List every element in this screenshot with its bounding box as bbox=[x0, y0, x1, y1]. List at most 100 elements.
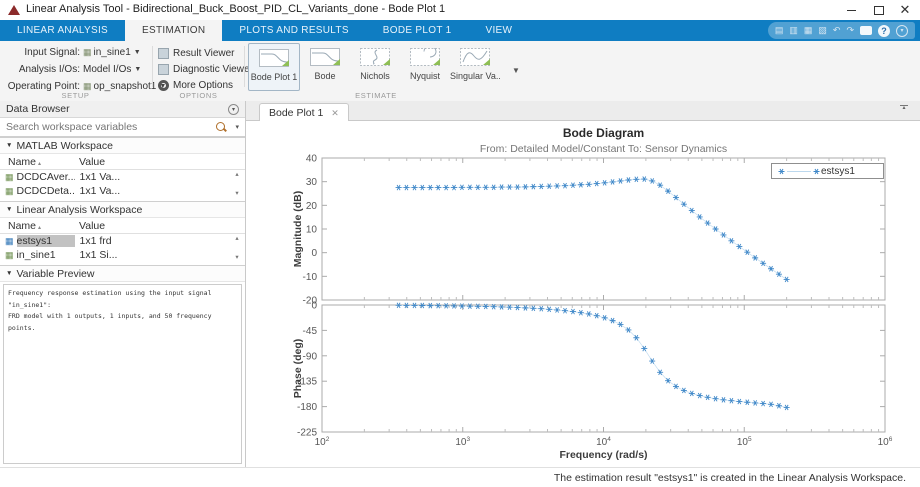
layout-icon[interactable] bbox=[860, 26, 872, 35]
variable-preview-header[interactable]: ▼ Variable Preview bbox=[0, 265, 245, 282]
tab-plots-and-results[interactable]: PLOTS AND RESULTS bbox=[222, 20, 365, 41]
variable-icon: ▦ bbox=[5, 186, 14, 197]
section-estimate: Bode Plot 1 Bode Nichols Nyqu bbox=[246, 41, 506, 101]
data-browser-panel: Data Browser ▾ ▾ ▼ MATLAB Workspace Name… bbox=[0, 101, 246, 467]
variable-preview-content: Frequency response estimation using the … bbox=[3, 284, 242, 464]
table-scrollbar[interactable]: ▴▾ bbox=[232, 170, 242, 197]
ribbon: Input Signal: ▦ in_sine1 ▼ Analysis I/Os… bbox=[0, 41, 920, 102]
singular-values-icon bbox=[460, 48, 490, 66]
search-input[interactable] bbox=[0, 118, 245, 136]
svg-text:103: 103 bbox=[455, 436, 470, 448]
redo-icon[interactable]: ↷ bbox=[846, 22, 854, 39]
signal-icon: ▦ bbox=[83, 47, 92, 58]
tab-estimation[interactable]: ESTIMATION bbox=[125, 20, 222, 41]
copy-icon[interactable]: ▦ bbox=[804, 22, 813, 39]
tab-view[interactable]: VIEW bbox=[469, 20, 530, 41]
column-header-value[interactable]: Value bbox=[74, 156, 105, 168]
setup-section-label: SETUP bbox=[0, 91, 151, 100]
minimize-button[interactable] bbox=[840, 2, 862, 18]
table-row-estsys1[interactable]: ▦ estsys1 1x1 frd bbox=[0, 234, 245, 248]
options-section-label: OPTIONS bbox=[154, 91, 243, 100]
quick-access-toolbar: ▤ ▥ ▦ ▧ ↶ ↷ ? ▾ bbox=[768, 22, 915, 39]
table-row[interactable]: ▦ DCDCAver... 1x1 Va... bbox=[0, 170, 245, 184]
svg-text:-10: -10 bbox=[303, 272, 318, 283]
estimate-bode-plot-1-button[interactable]: Bode Plot 1 bbox=[248, 43, 300, 91]
svg-text:-90: -90 bbox=[303, 351, 318, 362]
status-message: The estimation result "estsys1" is creat… bbox=[554, 472, 906, 484]
svg-text:105: 105 bbox=[737, 436, 752, 448]
legend-marker-icon bbox=[812, 167, 821, 176]
more-icon[interactable]: ▾ bbox=[896, 25, 908, 37]
section-setup: Input Signal: ▦ in_sine1 ▼ Analysis I/Os… bbox=[0, 41, 151, 101]
status-bar: The estimation result "estsys1" is creat… bbox=[0, 467, 920, 487]
svg-text:30: 30 bbox=[306, 177, 318, 188]
bode-plot-icon bbox=[259, 49, 289, 67]
svg-text:Magnitude (dB): Magnitude (dB) bbox=[292, 191, 304, 267]
svg-text:102: 102 bbox=[315, 436, 330, 448]
cut-icon[interactable]: ▥ bbox=[789, 22, 798, 39]
tab-bode-plot-1[interactable]: BODE PLOT 1 bbox=[366, 20, 469, 41]
analysis-ios-dropdown[interactable]: Model I/Os bbox=[83, 64, 131, 75]
search-icon[interactable] bbox=[216, 122, 225, 131]
search-options-icon[interactable]: ▾ bbox=[235, 123, 239, 131]
estimate-section-label: ESTIMATE bbox=[246, 91, 506, 100]
svg-text:106: 106 bbox=[878, 436, 893, 448]
legend-label: estsys1 bbox=[821, 166, 855, 177]
column-header-name[interactable]: Name▴ bbox=[0, 156, 74, 168]
app-icon bbox=[8, 5, 20, 15]
undo-icon[interactable]: ↶ bbox=[833, 22, 841, 39]
panel-menu-icon[interactable]: ▾ bbox=[228, 104, 239, 115]
window-title: Linear Analysis Tool - Bidirectional_Buc… bbox=[26, 3, 445, 15]
chart-legend[interactable]: estsys1 bbox=[771, 163, 884, 179]
analysis-ios-label: Analysis I/Os: bbox=[2, 64, 80, 75]
close-tab-icon[interactable]: ✕ bbox=[331, 108, 339, 119]
result-viewer-checkbox[interactable] bbox=[158, 48, 169, 59]
estimate-nyquist-button[interactable]: Nyquist bbox=[400, 43, 450, 89]
legend-line-sample bbox=[787, 171, 811, 172]
svg-text:0: 0 bbox=[311, 248, 317, 259]
collapse-triangle-icon: ▼ bbox=[6, 206, 12, 213]
section-divider bbox=[244, 46, 245, 87]
input-signal-label: Input Signal: bbox=[2, 47, 80, 58]
save-icon[interactable]: ▤ bbox=[775, 22, 784, 39]
svg-text:-45: -45 bbox=[303, 326, 318, 337]
restore-button[interactable] bbox=[868, 2, 890, 18]
diagnostic-viewer-label[interactable]: Diagnostic Viewer bbox=[173, 64, 253, 75]
document-tab-bode-plot-1[interactable]: Bode Plot 1 ✕ bbox=[259, 103, 349, 121]
help-icon[interactable]: ? bbox=[878, 25, 890, 37]
sort-asc-icon: ▴ bbox=[38, 161, 41, 167]
svg-text:10: 10 bbox=[306, 225, 318, 236]
collapse-ribbon-icon[interactable]: ▴ bbox=[898, 104, 910, 111]
close-button[interactable]: ✕ bbox=[894, 2, 916, 18]
table-row[interactable]: ▦ DCDCDeta... 1x1 Va... bbox=[0, 184, 245, 198]
input-signal-dropdown[interactable]: in_sine1 bbox=[94, 47, 131, 58]
section-options: Result Viewer Diagnostic Viewer More Opt… bbox=[154, 41, 243, 101]
preview-line: Frequency response estimation using the … bbox=[8, 288, 237, 311]
matlab-workspace-header[interactable]: ▼ MATLAB Workspace bbox=[0, 137, 245, 154]
section-divider bbox=[152, 46, 153, 87]
svg-text:20: 20 bbox=[306, 201, 318, 212]
tab-linear-analysis[interactable]: LINEAR ANALYSIS bbox=[0, 20, 125, 41]
estimate-nichols-button[interactable]: Nichols bbox=[350, 43, 400, 89]
column-header-value[interactable]: Value bbox=[74, 220, 105, 232]
linear-workspace-header[interactable]: ▼ Linear Analysis Workspace bbox=[0, 201, 245, 218]
result-viewer-label[interactable]: Result Viewer bbox=[173, 48, 235, 59]
diagnostic-viewer-checkbox[interactable] bbox=[158, 64, 169, 75]
table-row-in-sine1[interactable]: ▦ in_sine1 1x1 Si... bbox=[0, 248, 245, 262]
chevron-down-icon: ▼ bbox=[134, 66, 141, 73]
table-scrollbar[interactable]: ▴▾ bbox=[232, 234, 242, 261]
bode-icon bbox=[310, 48, 340, 66]
variable-icon: ▦ bbox=[5, 172, 14, 183]
more-options-button[interactable]: More Options bbox=[173, 80, 233, 91]
column-header-name[interactable]: Name▴ bbox=[0, 220, 74, 232]
estimate-singular-values-button[interactable]: Singular Va.. bbox=[450, 43, 500, 89]
paste-icon[interactable]: ▧ bbox=[818, 22, 827, 39]
estimate-bode-button[interactable]: Bode bbox=[300, 43, 350, 89]
document-area: Bode Plot 1 ✕ ▴ Bode Diagram From: Detai… bbox=[246, 101, 920, 467]
ribbon-tab-strip: LINEAR ANALYSIS ESTIMATION PLOTS AND RES… bbox=[0, 20, 920, 41]
gallery-overflow-button[interactable]: ▼ bbox=[512, 66, 520, 75]
svg-text:Frequency (rad/s): Frequency (rad/s) bbox=[559, 449, 647, 461]
title-bar: Linear Analysis Tool - Bidirectional_Buc… bbox=[0, 0, 920, 20]
svg-text:Phase (deg): Phase (deg) bbox=[292, 339, 304, 399]
legend-marker-icon bbox=[777, 167, 786, 176]
